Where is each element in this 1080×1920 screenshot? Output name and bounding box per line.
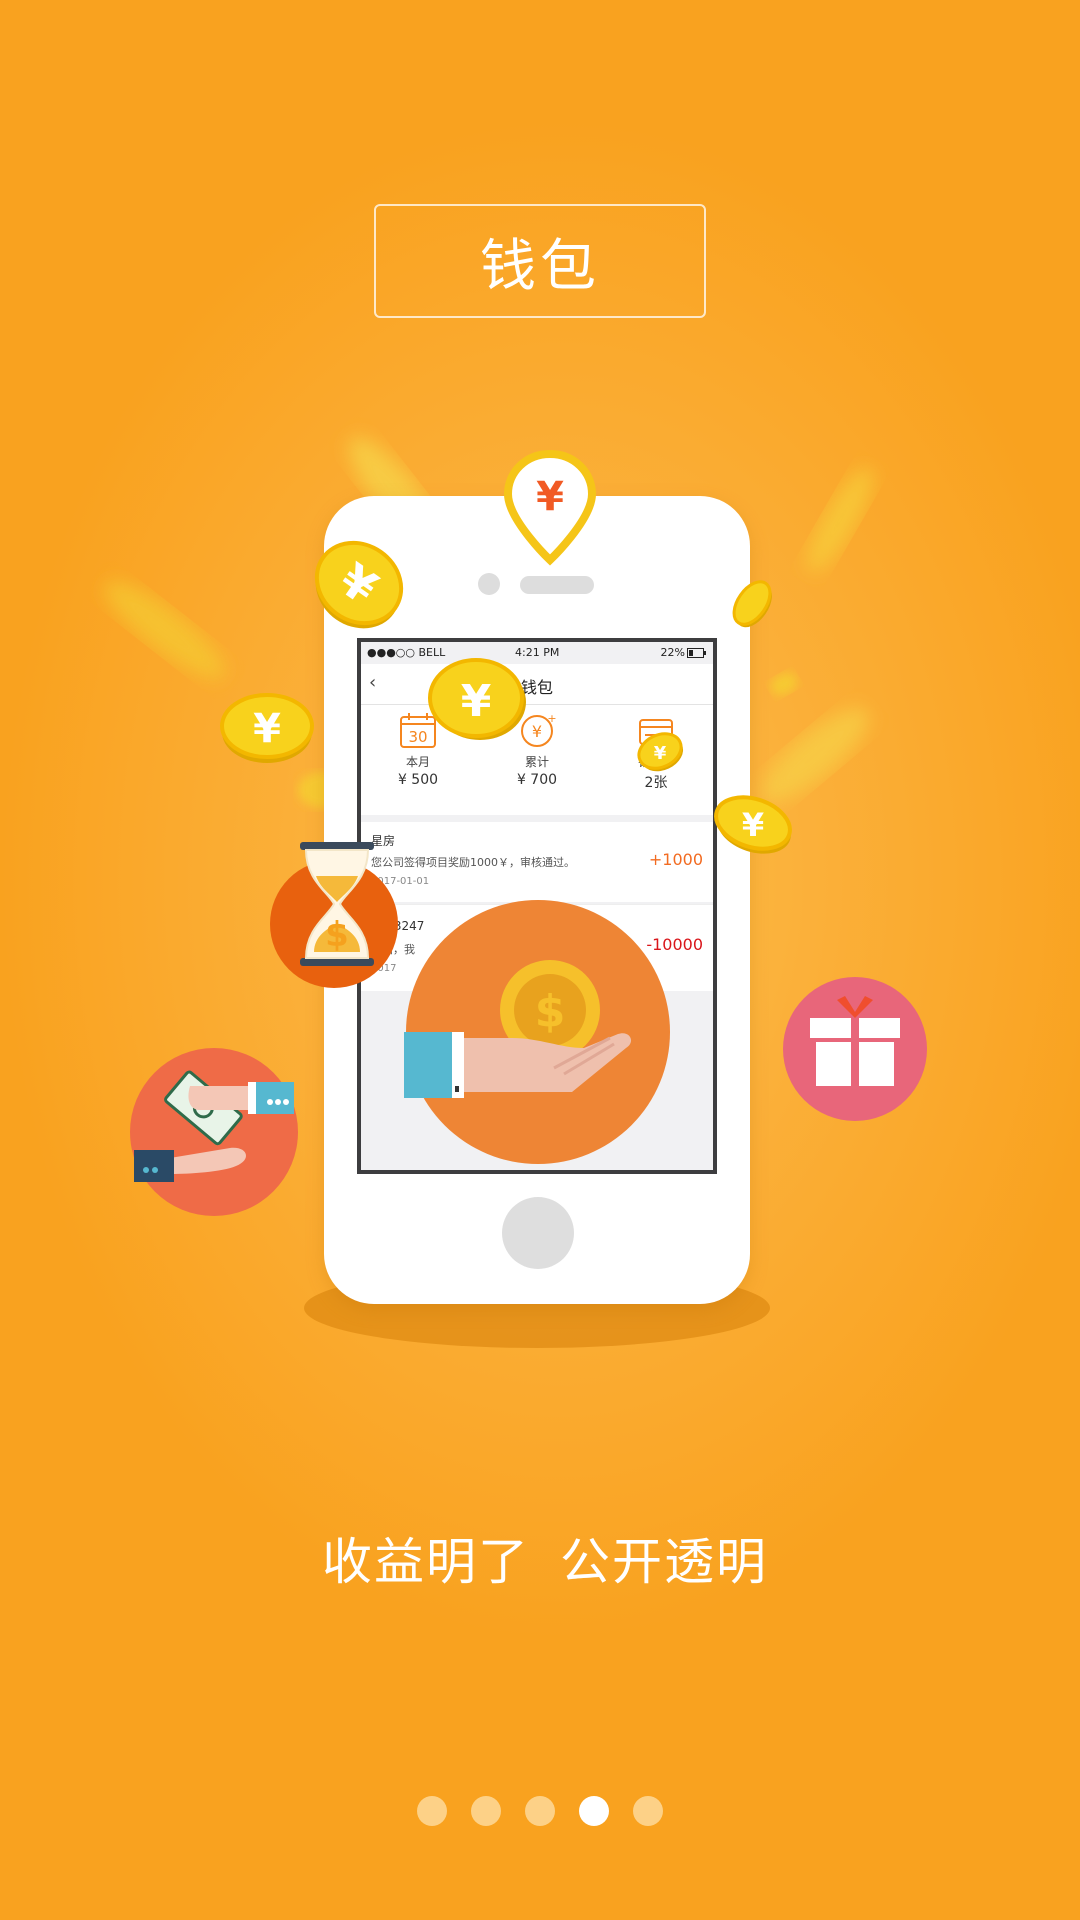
svg-text:¥: ¥: [461, 676, 492, 727]
svg-text:$: $: [535, 986, 566, 1037]
yen-coin-icon: [732, 580, 772, 628]
svg-text:¥: ¥: [253, 706, 281, 752]
stat-value: ¥ 500: [397, 772, 439, 788]
nav-title: 钱包: [520, 678, 553, 697]
phone-camera: [478, 573, 500, 595]
yen-coin-icon: ¥: [428, 658, 526, 740]
stat-value: ¥ 700: [516, 772, 558, 788]
svg-text:$: $: [325, 915, 349, 955]
page-dot[interactable]: [579, 1796, 609, 1826]
svg-text:¥: ¥: [532, 722, 542, 741]
stat-value: 2张: [644, 775, 668, 791]
yen-coin-icon: ¥: [314, 540, 404, 629]
nav-bar: ‹ 钱包: [361, 664, 713, 705]
page-title: 钱包: [374, 204, 706, 318]
stat-label: 本月: [405, 755, 430, 769]
battery-icon: [687, 648, 706, 658]
svg-text:¥: ¥: [536, 474, 564, 520]
phone-speaker: [520, 576, 594, 594]
svg-text:¥: ¥: [742, 806, 764, 844]
page-dot[interactable]: [471, 1796, 501, 1826]
hourglass-dollar-icon: $: [270, 842, 398, 988]
svg-text:+: +: [547, 712, 556, 725]
yen-coin-icon: ¥: [220, 693, 314, 763]
location-pin-yen-icon: ¥: [503, 449, 597, 566]
page-dot[interactable]: [417, 1796, 447, 1826]
page-dot[interactable]: [633, 1796, 663, 1826]
phone-home-button: [502, 1197, 574, 1269]
svg-text:¥: ¥: [654, 743, 667, 764]
hand-coin-icon: $: [404, 900, 670, 1164]
stat-label: 累计: [524, 755, 549, 769]
tagline-part1: 收益明了: [322, 1533, 530, 1591]
yen-coin-icon: ¥: [637, 732, 684, 772]
status-battery: 22%: [660, 646, 685, 659]
transaction-row[interactable]: 星房 您公司签得项目奖励1000￥，审核通过。 2017-01-01 +1000: [361, 822, 713, 902]
gift-icon: [783, 977, 927, 1121]
svg-text:30: 30: [408, 728, 427, 746]
page-dot[interactable]: [525, 1796, 555, 1826]
money-hands-icon: [130, 1048, 298, 1216]
yen-coin-icon: ¥: [714, 795, 792, 854]
transaction-amount: +1000: [648, 850, 703, 869]
page-indicator: [0, 1796, 1080, 1826]
tagline-part2: 公开透明: [560, 1533, 768, 1591]
